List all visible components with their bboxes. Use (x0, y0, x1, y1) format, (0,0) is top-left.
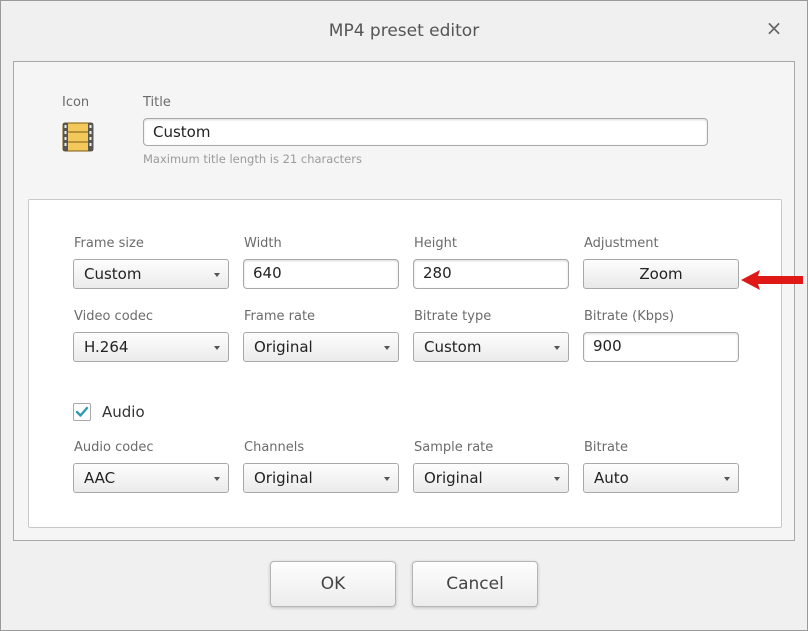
height-input[interactable]: 280 (413, 259, 569, 289)
annotation-arrow-icon (741, 270, 803, 290)
dialog-title: MP4 preset editor (328, 21, 480, 41)
audio-bitrate-value: Auto (594, 469, 629, 487)
audio-bitrate-select[interactable]: Auto (583, 463, 739, 493)
channels-label: Channels (244, 440, 305, 455)
audio-codec-label: Audio codec (74, 440, 154, 455)
chevron-down-icon (384, 477, 390, 481)
width-input[interactable]: 640 (243, 259, 399, 289)
video-codec-value: H.264 (84, 338, 129, 356)
bitrate-type-label: Bitrate type (414, 309, 492, 324)
bitrate-label: Bitrate (Kbps) (584, 309, 675, 324)
preset-editor-dialog: MP4 preset editor × Icon Title Custom Ma… (0, 0, 808, 631)
title-input[interactable]: Custom (143, 118, 708, 146)
chevron-down-icon (384, 346, 390, 350)
film-strip-icon[interactable] (62, 122, 94, 152)
title-bar: MP4 preset editor × (1, 1, 807, 61)
chevron-down-icon (724, 477, 730, 481)
icon-label: Icon (62, 95, 90, 110)
sample-rate-label: Sample rate (414, 440, 494, 455)
height-label: Height (414, 236, 457, 251)
adjustment-label: Adjustment (584, 236, 659, 251)
sample-rate-value: Original (424, 469, 483, 487)
frame-size-select[interactable]: Custom (73, 259, 229, 289)
title-hint: Maximum title length is 21 characters (143, 152, 362, 166)
frame-size-label: Frame size (74, 236, 144, 251)
video-codec-label: Video codec (74, 309, 154, 324)
settings-panel: Icon Title Custom Maximum title length i… (13, 61, 795, 541)
zoom-button[interactable]: Zoom (583, 259, 739, 289)
audio-bitrate-label: Bitrate (584, 440, 629, 455)
channels-select[interactable]: Original (243, 463, 399, 493)
video-codec-select[interactable]: H.264 (73, 332, 229, 362)
bitrate-input[interactable]: 900 (583, 332, 739, 362)
ok-button[interactable]: OK (270, 561, 396, 607)
audio-codec-select[interactable]: AAC (73, 463, 229, 493)
frame-rate-select[interactable]: Original (243, 332, 399, 362)
chevron-down-icon (554, 346, 560, 350)
sample-rate-select[interactable]: Original (413, 463, 569, 493)
bitrate-type-value: Custom (424, 338, 482, 356)
frame-rate-label: Frame rate (244, 309, 316, 324)
bitrate-type-select[interactable]: Custom (413, 332, 569, 362)
frame-size-value: Custom (84, 265, 142, 283)
channels-value: Original (254, 469, 313, 487)
audio-codec-value: AAC (84, 469, 116, 487)
audio-checkbox-label[interactable]: Audio (102, 403, 145, 421)
title-label: Title (143, 95, 171, 110)
chevron-down-icon (214, 477, 220, 481)
chevron-down-icon (214, 273, 220, 277)
cancel-button[interactable]: Cancel (412, 561, 538, 607)
format-settings-panel: Frame size Custom Width 640 Height 280 A… (28, 199, 782, 528)
checkmark-icon (75, 406, 89, 417)
chevron-down-icon (554, 477, 560, 481)
close-icon[interactable]: × (765, 18, 783, 38)
audio-checkbox[interactable] (73, 403, 91, 421)
width-label: Width (244, 236, 282, 251)
chevron-down-icon (214, 346, 220, 350)
frame-rate-value: Original (254, 338, 313, 356)
